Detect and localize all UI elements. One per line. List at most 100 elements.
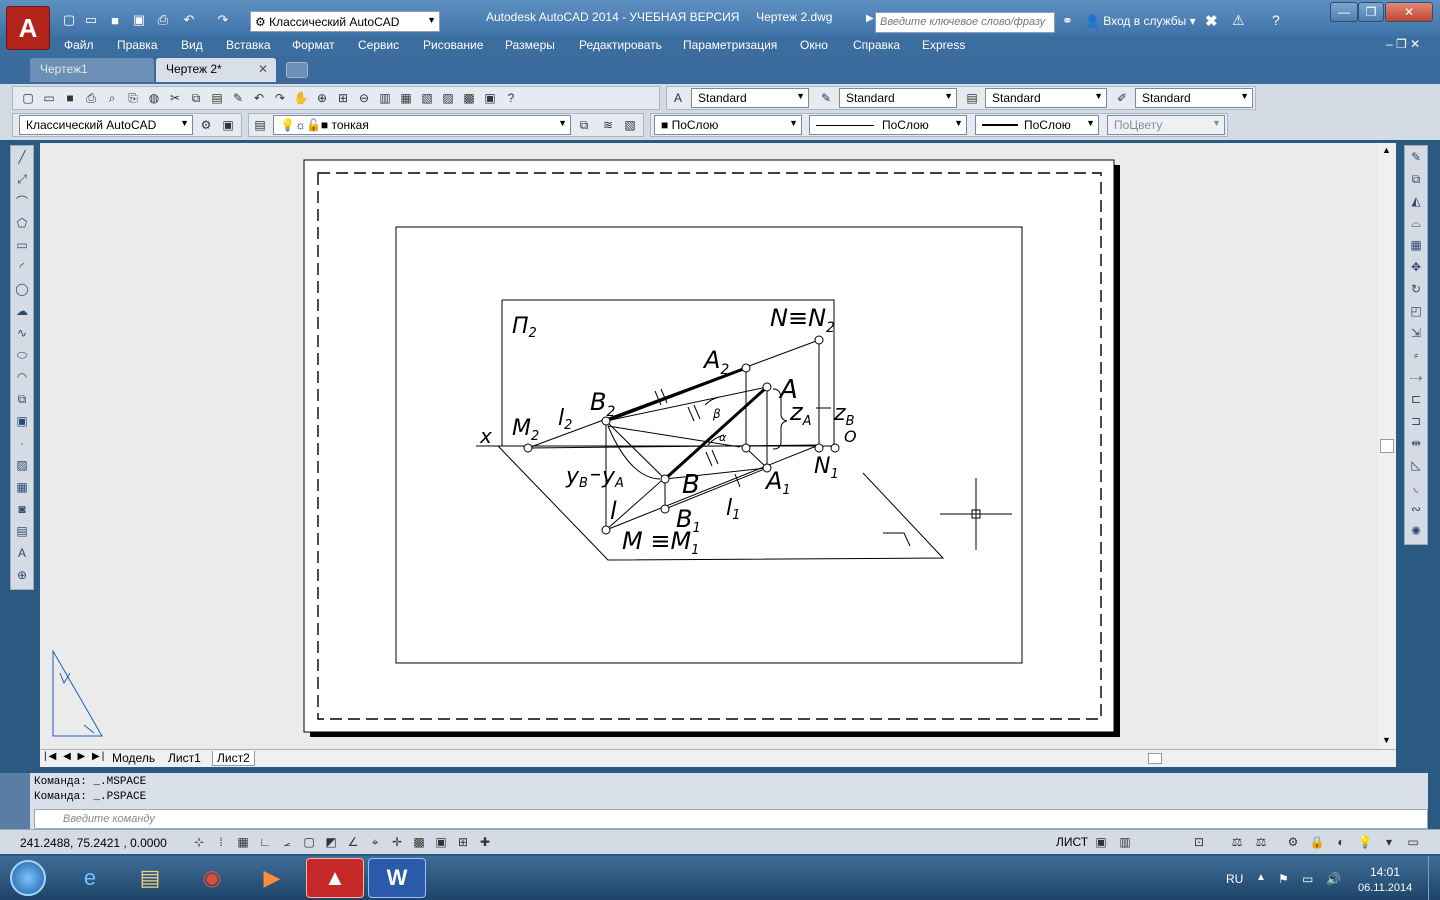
show-desktop-button[interactable] — [1428, 856, 1440, 900]
media-player-taskbar-icon[interactable]: ▶ — [244, 858, 300, 898]
language-indicator[interactable]: RU — [1226, 872, 1243, 886]
region-icon[interactable]: ◙ — [11, 498, 33, 520]
workspace-select[interactable]: ⚙ Классический AutoCAD ▼ — [250, 11, 440, 32]
ellipse-arc-icon[interactable]: ◠ — [11, 366, 33, 388]
new-tab-button[interactable] — [286, 62, 308, 78]
point-n1[interactable] — [814, 443, 824, 453]
copy-icon[interactable]: ⧉ — [187, 89, 205, 107]
circle-icon[interactable]: ◯ — [11, 278, 33, 300]
hardware-acceleration-icon[interactable]: ◐ — [1332, 833, 1350, 851]
explode-icon[interactable]: ✺ — [1405, 520, 1427, 542]
table-style-select[interactable]: Standard ▼ — [985, 88, 1107, 108]
markup-icon[interactable]: ▩ — [460, 89, 478, 107]
pan-icon[interactable]: ✋ — [292, 89, 310, 107]
expand-icon[interactable]: ▶ — [866, 13, 874, 24]
point-icon[interactable]: · — [11, 432, 33, 454]
construction-line-icon[interactable]: ⤢ — [11, 168, 33, 190]
mirror-icon[interactable]: ◭ — [1405, 190, 1427, 212]
calculator-icon[interactable]: ▣ — [481, 89, 499, 107]
isolate-objects-icon[interactable]: 💡 — [1356, 833, 1374, 851]
arc-icon[interactable]: ◜ — [11, 256, 33, 278]
tab-model[interactable]: Модель — [108, 751, 159, 765]
autocad-taskbar-icon[interactable]: ▲ — [306, 858, 364, 898]
undo-icon[interactable]: ↶ — [250, 89, 268, 107]
annotation-visibility-icon[interactable]: ⚖ — [1252, 833, 1270, 851]
clock-date[interactable]: 06.11.2014 — [1358, 882, 1412, 894]
zoom-previous-icon[interactable]: ⊖ — [355, 89, 373, 107]
menu-file[interactable]: Файл — [64, 38, 94, 52]
menu-modify[interactable]: Редактировать — [579, 38, 662, 52]
scroll-down-icon[interactable]: ▼ — [1382, 735, 1391, 745]
layer-manager-icon[interactable]: ▤ — [251, 116, 269, 134]
mleader-style-icon[interactable]: ✐ — [1113, 89, 1131, 107]
status-menu-icon[interactable]: ▾ — [1380, 833, 1398, 851]
menu-dimension[interactable]: Размеры — [505, 38, 555, 52]
horizontal-scroll-thumb[interactable] — [1148, 753, 1162, 764]
chrome-taskbar-icon[interactable]: ◉ — [184, 858, 240, 898]
snap-icon[interactable]: ⁞ — [212, 833, 230, 851]
dim-style-icon[interactable]: ✎ — [817, 89, 835, 107]
save-as-icon[interactable]: ▣ — [130, 11, 148, 29]
transparency-icon[interactable]: ▣ — [432, 833, 450, 851]
mleader-style-select[interactable]: Standard ▼ — [1135, 88, 1253, 108]
minimize-button[interactable]: — — [1330, 2, 1358, 22]
tool-palettes-icon[interactable]: ▧ — [418, 89, 436, 107]
point-b1[interactable] — [660, 504, 670, 514]
lock-icon[interactable]: 🔒 — [1308, 833, 1326, 851]
3d-osnap-icon[interactable]: ◩ — [322, 833, 340, 851]
network-tray-icon[interactable]: ▭ — [1302, 872, 1313, 886]
make-current-icon[interactable]: ⧉ — [575, 116, 593, 134]
tab-nav-arrows[interactable]: |◀ ◀ ▶ ▶| — [44, 751, 106, 762]
multiline-text-icon[interactable]: A — [11, 542, 33, 564]
design-center-icon[interactable]: ▦ — [397, 89, 415, 107]
tab-drawing1[interactable]: Чертеж1 — [30, 58, 154, 82]
open-icon[interactable]: ▭ — [82, 11, 100, 29]
erase-icon[interactable]: ✎ — [1405, 146, 1427, 168]
menu-view[interactable]: Вид — [181, 38, 203, 52]
layer-previous-icon[interactable]: ≋ — [599, 116, 617, 134]
dim-style-select[interactable]: Standard ▼ — [839, 88, 957, 108]
open-icon[interactable]: ▭ — [40, 89, 58, 107]
rectangle-icon[interactable]: ▭ — [11, 234, 33, 256]
start-button[interactable] — [0, 856, 56, 900]
polar-icon[interactable]: ⦟ — [278, 833, 296, 851]
rotate-icon[interactable]: ↻ — [1405, 278, 1427, 300]
layer-states-icon[interactable]: ▧ — [621, 116, 639, 134]
publish-icon[interactable]: ⎘ — [124, 89, 142, 107]
annotation-scale-icon[interactable]: ⚖ — [1228, 833, 1246, 851]
command-side-handle[interactable] — [0, 773, 30, 829]
text-style-icon[interactable]: A — [669, 89, 687, 107]
menu-tools[interactable]: Сервис — [358, 38, 399, 52]
fillet-icon[interactable]: ◟ — [1405, 476, 1427, 498]
osnap-icon[interactable]: ▢ — [300, 833, 318, 851]
maximize-button[interactable]: ❐ — [1358, 2, 1384, 22]
new-icon[interactable]: ▢ — [19, 89, 37, 107]
search-input[interactable]: Введите ключевое слово/фразу — [875, 12, 1055, 33]
grid-icon[interactable]: ▦ — [234, 833, 252, 851]
line-icon[interactable]: ╱ — [11, 146, 33, 168]
workspace-switch-icon[interactable]: ⚙ — [1284, 833, 1302, 851]
point-b[interactable] — [660, 474, 670, 484]
vertical-scrollbar[interactable]: ▲ ▼ — [1378, 143, 1396, 749]
point-m1[interactable] — [601, 525, 611, 535]
globe-icon[interactable]: ◍ — [145, 89, 163, 107]
doc-window-controls[interactable]: – ❐ ✕ — [1386, 37, 1420, 51]
scroll-thumb[interactable] — [1380, 439, 1394, 453]
infer-constraints-icon[interactable]: ⊹ — [190, 833, 208, 851]
lineweight-icon[interactable]: ▩ — [410, 833, 428, 851]
save-icon[interactable]: ■ — [61, 89, 79, 107]
tab-sheet1[interactable]: Лист1 — [164, 751, 205, 765]
point-n2[interactable] — [814, 335, 824, 345]
network-icon[interactable]: ⚠ — [1232, 12, 1245, 29]
table-style-icon[interactable]: ▤ — [963, 89, 981, 107]
ducs-icon[interactable]: ⌖ — [366, 833, 384, 851]
flag-icon[interactable]: ⚑ — [1278, 872, 1289, 886]
point-o[interactable] — [830, 443, 840, 453]
point-a[interactable] — [762, 382, 772, 392]
binoculars-icon[interactable]: ⚭ — [1062, 13, 1073, 29]
menu-window[interactable]: Окно — [800, 38, 828, 52]
ie-taskbar-icon[interactable]: e — [62, 858, 118, 898]
menu-format[interactable]: Формат — [292, 38, 335, 52]
table-icon[interactable]: ▤ — [11, 520, 33, 542]
volume-icon[interactable]: 🔊 — [1326, 872, 1341, 886]
